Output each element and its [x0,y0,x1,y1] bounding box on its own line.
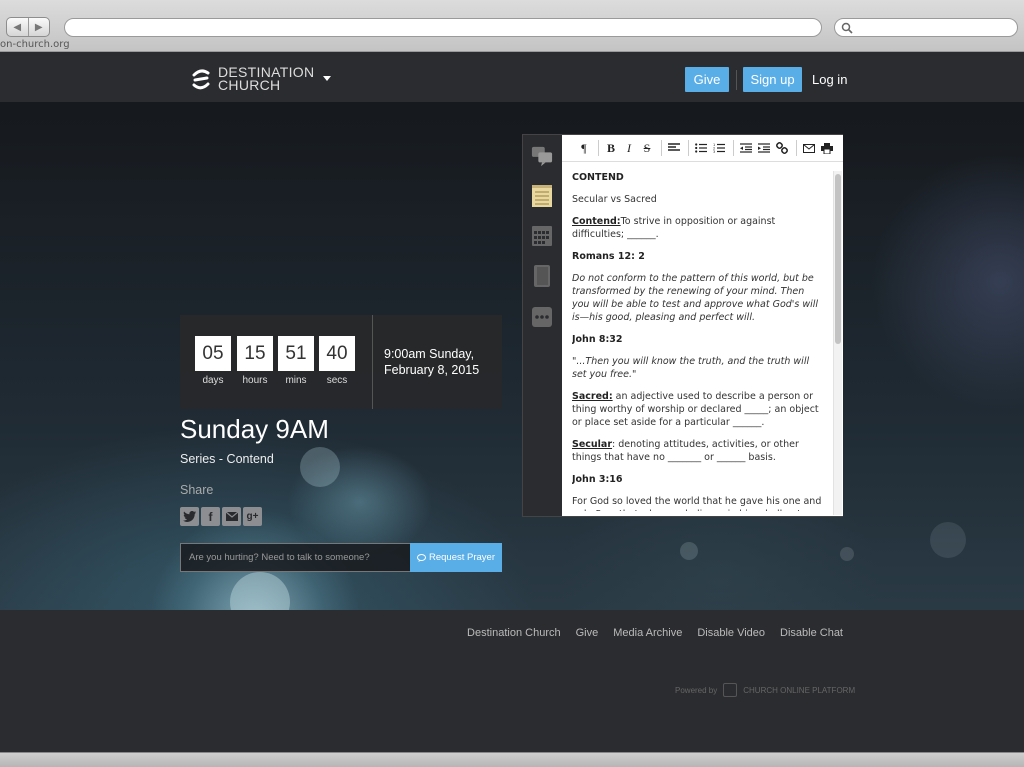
footer-link-disable-video[interactable]: Disable Video [697,627,765,639]
outdent-icon[interactable] [738,140,754,156]
countdown-divider [372,315,373,409]
scripture-verse: Do not conform to the pattern of this wo… [572,273,819,323]
chevron-down-icon[interactable] [323,76,331,81]
panel-side-rail [523,135,562,516]
search-icon [841,22,853,34]
notes-content[interactable]: CONTEND Secular vs Sacred Contend:To str… [572,171,824,511]
bible-icon[interactable] [531,265,553,287]
notes-subtitle: Secular vs Sacred [572,194,657,205]
signup-button[interactable]: Sign up [743,67,802,92]
header-divider [736,70,737,90]
twitter-icon[interactable] [180,507,199,526]
back-arrow-icon[interactable]: ◀ [7,18,29,36]
browser-bottom-bar [0,752,1024,767]
email-notes-icon[interactable] [801,140,817,156]
notes-scrollbar[interactable] [833,171,842,515]
bullet-list-icon[interactable] [693,140,709,156]
powered-by[interactable]: Powered by CHURCH ONLINE PLATFORM [675,683,855,697]
indent-icon[interactable] [756,140,772,156]
prayer-input[interactable]: Are you hurting? Need to talk to someone… [180,543,411,572]
notes-panel: ¶ B I S 123 CONTEND Secular vs Sacred Co… [522,134,843,517]
countdown-mins: 51 mins [278,336,314,386]
numbered-list-icon[interactable]: 123 [711,140,727,156]
forward-arrow-icon[interactable]: ▶ [29,18,50,36]
notes-contend-definition: Contend:To strive in opposition or again… [572,216,776,240]
calendar-icon[interactable] [531,225,553,247]
url-text: on-church.org [0,39,70,50]
countdown-secs: 40 secs [319,336,355,386]
site-header: DESTINATION CHURCH [0,56,1024,102]
service-datetime: 9:00am Sunday, February 8, 2015 [384,347,480,377]
footer-links: Destination Church Give Media Archive Di… [467,627,843,639]
countdown-timer: 05 days 15 hours 51 mins 40 secs 9:00am … [180,315,502,409]
chat-icon[interactable] [531,145,553,167]
logo-line2: CHURCH [218,77,281,93]
browser-search-bar[interactable] [834,18,1018,37]
google-plus-icon[interactable]: g+ [243,507,262,526]
share-label: Share [180,483,214,497]
scripture-reference: John 8:32 [572,334,623,345]
facebook-icon[interactable]: f [201,507,220,526]
countdown-hours: 15 hours [237,336,273,386]
notes-icon[interactable] [531,185,553,207]
strikethrough-icon[interactable]: S [639,140,655,156]
request-prayer-button[interactable]: Request Prayer [410,543,502,572]
chat-bubble-icon [416,553,426,562]
scripture-reference: John 3:16 [572,474,623,485]
give-button[interactable]: Give [685,67,729,92]
browser-chrome: ◀ ▶ [0,0,1024,52]
more-icon[interactable] [531,306,553,328]
browser-nav-buttons: ◀ ▶ [6,17,50,37]
align-icon[interactable] [666,140,682,156]
site-logo[interactable]: DESTINATION CHURCH [190,65,314,93]
login-link[interactable]: Log in [812,72,847,87]
notes-sacred-definition: Sacred: an adjective used to describe a … [572,391,819,428]
editor-toolbar: ¶ B I S 123 [562,135,843,162]
scripture-verse: "...Then you will know the truth, and th… [572,356,810,380]
notes-editor[interactable]: ¶ B I S 123 CONTEND Secular vs Sacred Co… [562,135,843,516]
series-name: Series - Contend [180,452,274,466]
footer-link-destination-church[interactable]: Destination Church [467,627,561,639]
email-icon[interactable] [222,507,241,526]
scripture-verse: For God so loved the world that he gave … [572,496,822,511]
church-logo-icon [192,69,210,90]
print-icon[interactable] [819,140,835,156]
paragraph-icon[interactable]: ¶ [576,140,592,156]
countdown-days: 05 days [195,336,231,386]
hero-background [0,102,1024,610]
notes-secular-definition: Secular: denoting attitudes, activities,… [572,439,799,463]
svg-text:3: 3 [713,150,715,153]
footer-link-give[interactable]: Give [576,627,599,639]
site-footer: Destination Church Give Media Archive Di… [0,610,1024,752]
notes-heading: CONTEND [572,172,624,183]
scripture-reference: Romans 12: 2 [572,251,645,262]
footer-link-disable-chat[interactable]: Disable Chat [780,627,843,639]
footer-link-media-archive[interactable]: Media Archive [613,627,682,639]
italic-icon[interactable]: I [621,140,637,156]
bold-icon[interactable]: B [603,140,619,156]
scrollbar-thumb[interactable] [835,174,841,344]
service-title: Sunday 9AM [180,414,329,444]
link-icon[interactable] [774,140,790,156]
address-bar[interactable] [64,18,822,37]
church-online-logo-icon [723,683,738,697]
